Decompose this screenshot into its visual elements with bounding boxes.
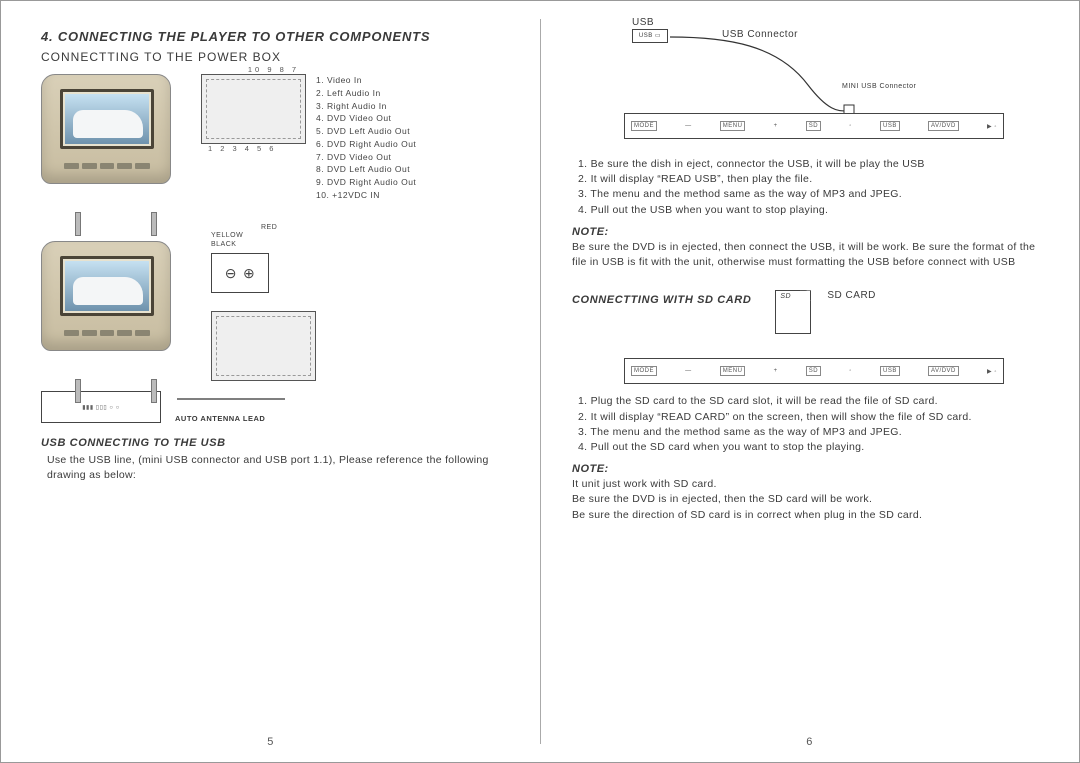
usb-text: Use the USB line, (mini USB connector an… [41, 453, 508, 483]
battery-icon: ⊖⊕ [211, 253, 269, 293]
sd-heading: CONNECTTING WITH SD CARD [572, 294, 751, 306]
usb-label: USB [632, 17, 654, 28]
usb-cable-icon [668, 35, 868, 115]
sd-note-2: Be sure the DVD is in ejected, then the … [572, 492, 1039, 507]
pin-legend: 1. Video In 2. Left Audio In 3. Right Au… [316, 74, 416, 202]
page-number-left: 5 [267, 736, 274, 748]
usb-diagram: USB USB ▭ USB Connector MINI USB Connect… [572, 29, 1039, 149]
sd-note-3: Be sure the direction of SD card is in c… [572, 508, 1039, 523]
usb-steps: 1. Be sure the dish in eject, connector … [572, 157, 1039, 218]
diagram-headrest-1: 10 9 8 7 1 2 3 4 5 6 1. Video In 2. Left… [41, 74, 508, 214]
sd-note-1: It unit just work with SD card. [572, 477, 1039, 492]
note-label-2: NOTE: [572, 463, 1039, 475]
page-left: 4. CONNECTING THE PLAYER TO OTHER COMPON… [1, 1, 540, 762]
sd-steps: 1. Plug the SD card to the SD card slot,… [572, 394, 1039, 455]
usb-heading: USB CONNECTING TO THE USB [41, 437, 508, 449]
wire-labels: RED YELLOW BLACK [211, 224, 277, 249]
page-number-right: 6 [806, 736, 813, 748]
manual-spread: 4. CONNECTING THE PLAYER TO OTHER COMPON… [0, 0, 1080, 763]
headrest-2 [41, 241, 191, 381]
radio-unit: ▮▮▮ ▯▯▯ ○ ○ [41, 391, 161, 423]
note-label-1: NOTE: [572, 226, 1039, 238]
sd-card-label: SD CARD [827, 290, 876, 301]
mini-usb-label: MINI USB Connector [842, 83, 916, 90]
page-right: USB USB ▭ USB Connector MINI USB Connect… [540, 1, 1079, 762]
headrest-1 [41, 74, 191, 214]
subtitle: CONNECTTING TO THE POWER BOX [41, 50, 508, 64]
antenna-wire-icon [175, 391, 295, 407]
power-box-1: 10 9 8 7 1 2 3 4 5 6 [201, 74, 306, 144]
power-box-2 [211, 311, 316, 381]
pin-nums-top: 10 9 8 7 [248, 65, 299, 74]
sd-diagram: SD SD CARD [775, 290, 876, 346]
device-panel-usb: MODE — MENU + SD ◦ USB AV/DVD ▶ ◦ [624, 113, 1004, 139]
sd-card-icon: SD [775, 290, 811, 334]
usb-connector-icon: USB ▭ [632, 29, 668, 43]
usb-note: Be sure the DVD is in ejected, then conn… [572, 240, 1039, 270]
device-panel-sd: MODE — MENU + SD ◦ USB AV/DVD ▶ ◦ [624, 358, 1004, 384]
antenna-label: AUTO ANTENNA LEAD [175, 414, 295, 423]
section-title: 4. CONNECTING THE PLAYER TO OTHER COMPON… [41, 29, 508, 44]
radio-row: ▮▮▮ ▯▯▯ ○ ○ AUTO ANTENNA LEAD [41, 391, 508, 423]
pin-nums-bot: 1 2 3 4 5 6 [208, 144, 276, 153]
diagram-headrest-2: RED YELLOW BLACK ⊖⊕ [41, 224, 508, 381]
